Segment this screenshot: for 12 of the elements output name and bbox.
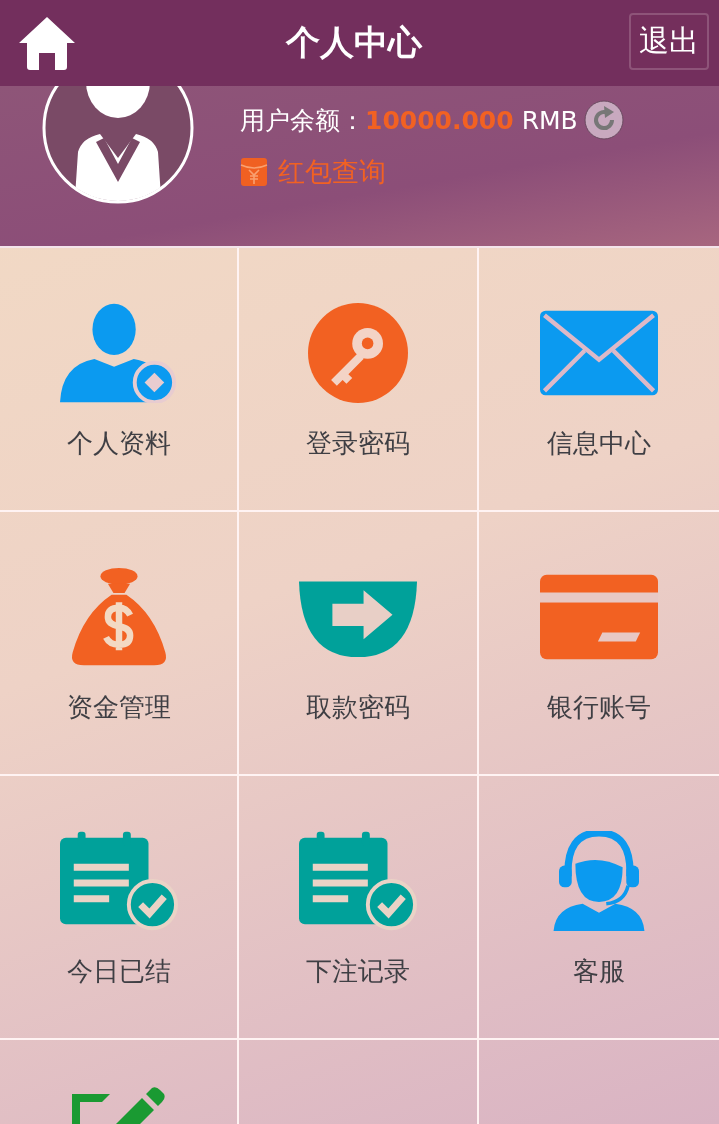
page-title: 个人中心 bbox=[285, 21, 422, 64]
menu-tile[interactable]: 取款密码 bbox=[239, 512, 479, 776]
logout-button[interactable]: 退出 bbox=[629, 12, 709, 70]
menu-tile[interactable]: 银行账号 bbox=[479, 512, 719, 776]
menu-tile[interactable]: 个人资料 bbox=[0, 248, 239, 512]
menu-tile[interactable]: 信息中心 bbox=[479, 248, 719, 512]
menu-tile[interactable]: 今日已结 bbox=[0, 776, 239, 1040]
balance-text: 用户余额：10000.000 RMB bbox=[240, 104, 578, 137]
menu-tile[interactable]: 客服 bbox=[479, 776, 719, 1040]
menu-tile[interactable]: 登录密码 bbox=[239, 248, 479, 512]
menu-tile[interactable]: 资金管理 bbox=[0, 512, 239, 776]
menu-tile[interactable]: 下注记录 bbox=[239, 776, 479, 1040]
